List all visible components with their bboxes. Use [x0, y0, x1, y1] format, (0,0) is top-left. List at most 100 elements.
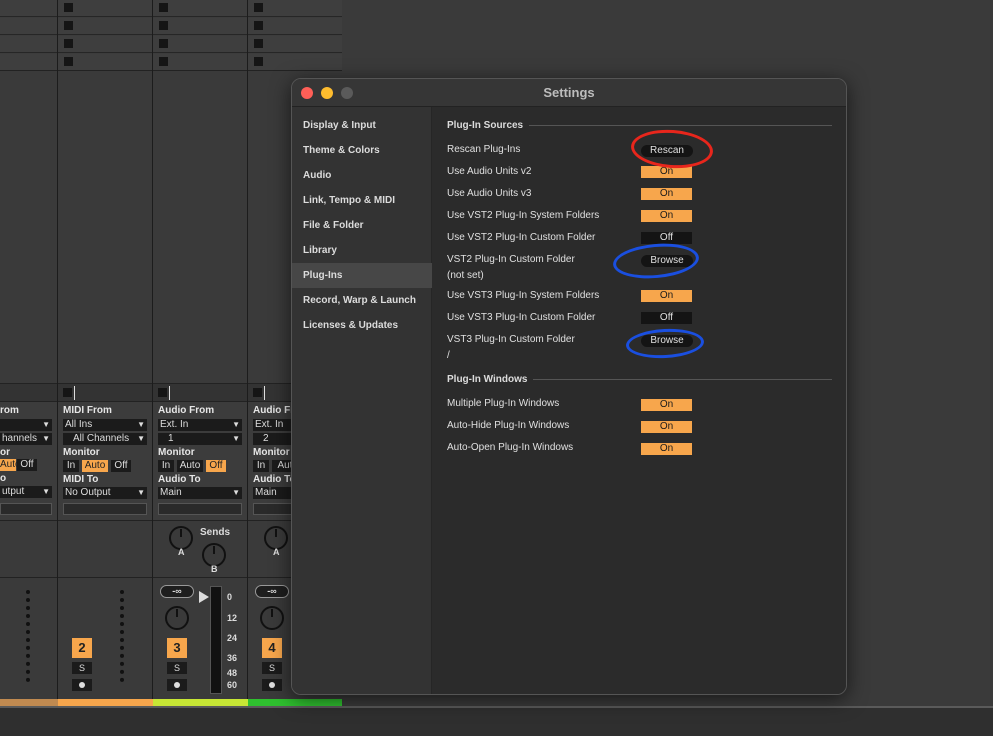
- clip-stop-square[interactable]: [64, 3, 73, 12]
- output-channel-field[interactable]: [0, 503, 52, 515]
- midi-channel-field[interactable]: [63, 503, 147, 515]
- monitor-off-button[interactable]: Off: [17, 459, 37, 471]
- output-label: o: [0, 473, 7, 484]
- monitor-in-button[interactable]: In: [253, 460, 269, 472]
- pan-knob[interactable]: [165, 606, 189, 630]
- mixer-track-1: rom hannels or Auto Off o utput: [0, 0, 58, 706]
- sidebar-item-audio[interactable]: Audio: [292, 163, 432, 188]
- track-activator-button[interactable]: 3: [167, 638, 187, 658]
- solo-button[interactable]: S: [167, 662, 187, 674]
- monitor-auto-button[interactable]: Auto: [82, 460, 108, 472]
- midi-to-select[interactable]: No Output: [63, 487, 147, 499]
- clip-slot[interactable]: [248, 36, 342, 53]
- volume-fader-track[interactable]: [210, 586, 222, 694]
- pan-knob[interactable]: [260, 606, 284, 630]
- use-vst2-custom-label: Use VST2 Plug-In Custom Folder: [447, 232, 596, 243]
- audio-output-channel-field[interactable]: [158, 503, 242, 515]
- vst3-custom-folder-path: /: [447, 350, 450, 361]
- clip-stop-square[interactable]: [254, 3, 263, 12]
- clip-stop-square[interactable]: [254, 57, 263, 66]
- clip-slot[interactable]: [0, 54, 57, 71]
- sidebar-item-record-warp-launch[interactable]: Record, Warp & Launch: [292, 288, 432, 313]
- audio-channel-select[interactable]: 1: [158, 433, 242, 445]
- audio-from-select[interactable]: Ext. In: [158, 419, 242, 431]
- clip-slot[interactable]: [248, 0, 342, 17]
- clip-slot[interactable]: [58, 0, 152, 17]
- annotation-circle-blue: [611, 240, 701, 282]
- clip-slot[interactable]: [58, 36, 152, 53]
- use-au-v2-label: Use Audio Units v2: [447, 166, 532, 177]
- clip-stop-square[interactable]: [159, 21, 168, 30]
- solo-button[interactable]: S: [262, 662, 282, 674]
- arm-button[interactable]: [262, 679, 282, 691]
- clip-stop-square[interactable]: [159, 3, 168, 12]
- arm-button[interactable]: [167, 679, 187, 691]
- track-color-bar: [0, 699, 58, 706]
- monitor-auto-button[interactable]: Auto: [177, 460, 203, 472]
- clip-slot[interactable]: [0, 18, 57, 35]
- clip-stop-square[interactable]: [254, 39, 263, 48]
- clip-stop-square[interactable]: [159, 57, 168, 66]
- input-type-select[interactable]: [0, 419, 52, 431]
- clip-slot[interactable]: [248, 18, 342, 35]
- monitor-label: Monitor: [158, 447, 195, 458]
- vst2-custom-folder-label: VST2 Plug-In Custom Folder: [447, 254, 575, 265]
- monitor-auto-button[interactable]: Auto: [0, 459, 21, 471]
- sends-area: Sends A B: [153, 520, 247, 577]
- sidebar-item-file-folder[interactable]: File & Folder: [292, 213, 432, 238]
- meter-scale-36: 36: [227, 653, 238, 663]
- clip-slot[interactable]: [153, 36, 247, 53]
- clip-stop-square[interactable]: [64, 57, 73, 66]
- clip-slot[interactable]: [58, 18, 152, 35]
- multiple-windows-toggle[interactable]: On: [641, 399, 692, 411]
- stop-square-icon[interactable]: [253, 388, 262, 397]
- sidebar-item-theme-colors[interactable]: Theme & Colors: [292, 138, 432, 163]
- monitor-in-button[interactable]: In: [158, 460, 174, 472]
- window-titlebar[interactable]: Settings: [292, 79, 846, 107]
- clip-slot[interactable]: [153, 18, 247, 35]
- clip-slot[interactable]: [153, 54, 247, 71]
- midi-from-select[interactable]: All Ins: [63, 419, 147, 431]
- monitor-off-button[interactable]: Off: [111, 460, 131, 472]
- auto-open-windows-toggle[interactable]: On: [641, 443, 692, 455]
- audio-to-select[interactable]: Main: [158, 487, 242, 499]
- clip-stop-square[interactable]: [64, 39, 73, 48]
- sidebar-item-licenses-updates[interactable]: Licenses & Updates: [292, 313, 432, 338]
- clip-slot[interactable]: [248, 54, 342, 71]
- clip-slot[interactable]: [0, 36, 57, 53]
- use-au-v3-toggle[interactable]: On: [641, 188, 692, 200]
- use-au-v3-label: Use Audio Units v3: [447, 188, 532, 199]
- clip-stop-square[interactable]: [254, 21, 263, 30]
- use-vst2-custom-toggle[interactable]: Off: [641, 232, 692, 244]
- sidebar-item-display-input[interactable]: Display & Input: [292, 113, 432, 138]
- clip-slot[interactable]: [0, 0, 57, 17]
- stop-square-icon[interactable]: [158, 388, 167, 397]
- volume-display[interactable]: -∞: [160, 585, 194, 598]
- sidebar-item-library[interactable]: Library: [292, 238, 432, 263]
- clip-stop-square[interactable]: [64, 21, 73, 30]
- stop-square-icon[interactable]: [63, 388, 72, 397]
- auto-hide-windows-label: Auto-Hide Plug-In Windows: [447, 420, 570, 431]
- track-activator-button[interactable]: 4: [262, 638, 282, 658]
- volume-display[interactable]: -∞: [255, 585, 289, 598]
- output-select[interactable]: utput: [0, 486, 52, 498]
- auto-open-windows-label: Auto-Open Plug-In Windows: [447, 442, 574, 453]
- clip-slot[interactable]: [58, 54, 152, 71]
- arm-button[interactable]: [72, 679, 92, 691]
- use-vst3-system-toggle[interactable]: On: [641, 290, 692, 302]
- clip-slot[interactable]: [153, 0, 247, 17]
- clip-stop-square[interactable]: [159, 39, 168, 48]
- midi-channel-select[interactable]: All Channels: [63, 433, 147, 445]
- meter-scale-48: 48: [227, 668, 238, 678]
- solo-button[interactable]: S: [72, 662, 92, 674]
- sidebar-item-plug-ins[interactable]: Plug-Ins: [292, 263, 432, 288]
- use-vst2-system-toggle[interactable]: On: [641, 210, 692, 222]
- use-vst3-custom-toggle[interactable]: Off: [641, 312, 692, 324]
- sidebar-item-link-tempo-midi[interactable]: Link, Tempo & MIDI: [292, 188, 432, 213]
- monitor-in-button[interactable]: In: [63, 460, 79, 472]
- auto-hide-windows-toggle[interactable]: On: [641, 421, 692, 433]
- fader-handle-icon[interactable]: [199, 591, 209, 603]
- monitor-off-button[interactable]: Off: [206, 460, 226, 472]
- input-channel-select[interactable]: hannels: [0, 433, 52, 445]
- track-activator-button[interactable]: 2: [72, 638, 92, 658]
